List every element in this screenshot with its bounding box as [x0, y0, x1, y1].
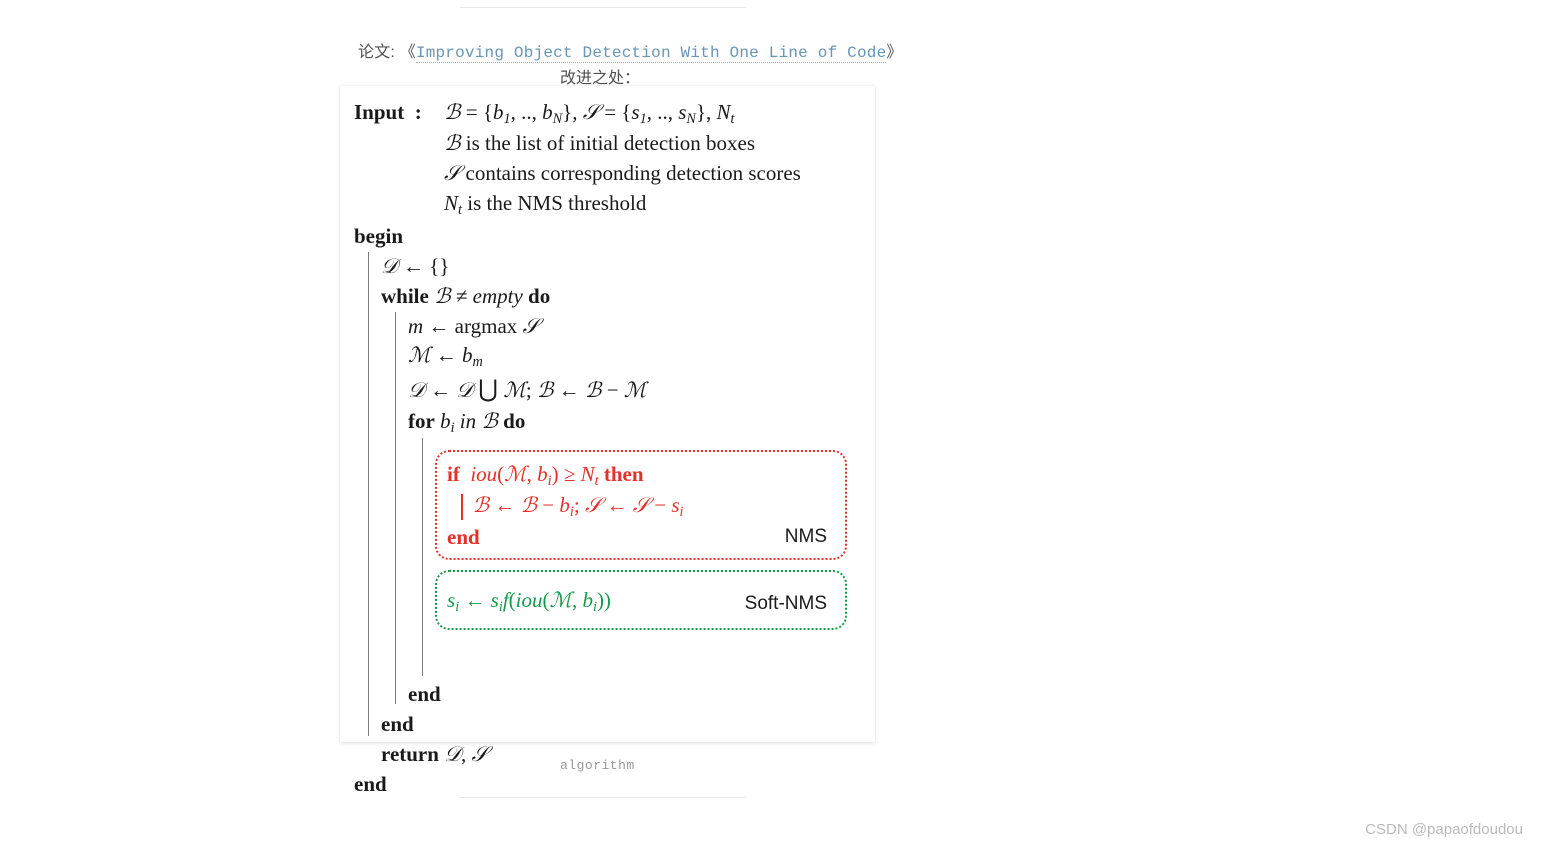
- input-label: Input: [354, 100, 404, 124]
- end-for: end: [408, 680, 861, 710]
- end-while: end: [381, 710, 861, 740]
- nms-body-line: ℬ ← ℬ − bi; 𝒮 ← 𝒮 − si: [473, 491, 684, 522]
- soft-nms-box: si ← sif(iou(ℳ, bi)) Soft-NMS: [435, 570, 847, 629]
- nms-end: end: [447, 523, 835, 553]
- input-desc-1: ℬ is the list of initial detection boxes: [444, 129, 801, 159]
- while-line: while ℬ ≠ empty do: [381, 282, 861, 312]
- top-divider: [460, 7, 746, 8]
- figure-caption: algorithm: [560, 758, 635, 773]
- m-line: m ← argmax 𝒮: [408, 312, 861, 342]
- input-desc-3: Nt is the NMS threshold: [444, 189, 801, 220]
- begin-keyword: begin: [354, 222, 861, 252]
- for-line: for bi in ℬ do: [408, 407, 861, 438]
- union-line: 𝒟 ← 𝒟 ⋃ ℳ; ℬ ← ℬ − ℳ: [408, 373, 861, 407]
- M-line: ℳ ← bm: [408, 341, 861, 372]
- subtitle: 改进之处：: [560, 64, 640, 88]
- d-init-line: 𝒟 ← {}: [381, 252, 861, 282]
- input-row: Input : ℬ = {b1, .., bN}, 𝒮 = {s1, .., s…: [354, 98, 861, 220]
- input-desc-2: 𝒮 contains corresponding detection score…: [444, 159, 801, 189]
- paper-link[interactable]: Improving Object Detection With One Line…: [416, 44, 886, 63]
- nms-label: NMS: [785, 524, 827, 551]
- algorithm-figure: Input : ℬ = {b1, .., bN}, 𝒮 = {s1, .., s…: [340, 86, 875, 742]
- nms-if-line: if iou(ℳ, bi) ≥ Nt then: [447, 460, 835, 491]
- end-keyword: end: [354, 770, 861, 800]
- watermark: CSDN @papaofdoudou: [1365, 821, 1523, 838]
- bottom-divider: [460, 797, 746, 798]
- intro-suffix: 》: [886, 44, 902, 61]
- intro-line: 论文: 《Improving Object Detection With One…: [358, 38, 903, 62]
- soft-nms-label: Soft-NMS: [745, 591, 827, 618]
- nms-box: if iou(ℳ, bi) ≥ Nt then ℬ ← ℬ − bi; 𝒮 ← …: [435, 450, 847, 560]
- input-colon: :: [415, 100, 422, 124]
- input-sets: ℬ = {b1, .., bN}, 𝒮 = {s1, .., sN}, Nt: [444, 98, 801, 129]
- intro-prefix: 论文: 《: [358, 44, 416, 61]
